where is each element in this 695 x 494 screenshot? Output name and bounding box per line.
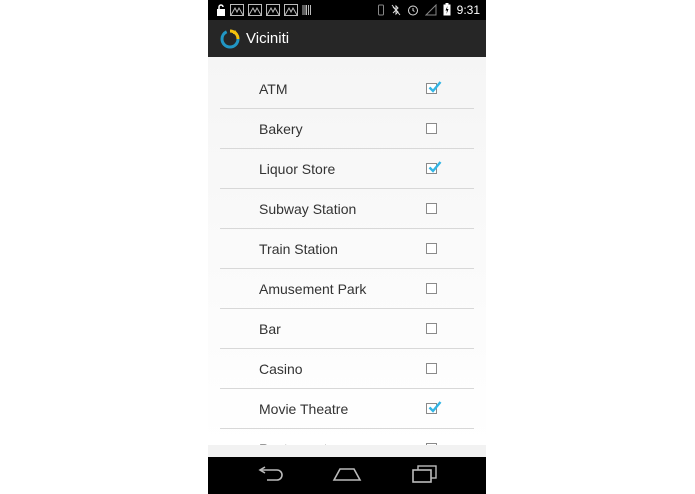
list-item[interactable]: Bakery <box>220 109 474 149</box>
checkbox-unchecked[interactable] <box>426 123 437 134</box>
list-item[interactable]: Movie Theatre <box>220 389 474 429</box>
list-item[interactable]: Subway Station <box>220 189 474 229</box>
app-logo-icon[interactable] <box>219 28 241 50</box>
bluetooth-off-icon <box>391 1 401 20</box>
list-item-label: Subway Station <box>259 200 357 217</box>
list-item-label: ATM <box>259 80 288 97</box>
recents-icon <box>410 465 438 487</box>
status-bar: 9:31 <box>208 0 486 20</box>
signal-icon <box>424 1 437 20</box>
gallery-icon <box>284 1 298 20</box>
checkbox-checked[interactable] <box>426 81 442 94</box>
gallery-icon <box>266 1 280 20</box>
barcode-icon <box>302 1 312 20</box>
list-item-label: Movie Theatre <box>259 400 349 417</box>
category-list-container[interactable]: ATM Bakery Liquor Store Subway Station Train… <box>208 57 486 445</box>
recents-button[interactable] <box>408 465 440 487</box>
checkmark-icon <box>428 81 442 93</box>
list-item-label: Train Station <box>259 240 338 257</box>
status-left-icons <box>216 2 312 18</box>
list-item-label: Liquor Store <box>259 160 336 177</box>
checkbox-unchecked[interactable] <box>426 363 437 374</box>
checkbox-unchecked[interactable] <box>426 203 437 214</box>
back-button[interactable] <box>255 465 287 487</box>
list-item[interactable]: Train Station <box>220 229 474 269</box>
gallery-icon <box>230 1 244 20</box>
checkbox-unchecked[interactable] <box>426 283 437 294</box>
home-button[interactable] <box>331 465 363 487</box>
checkbox-checked[interactable] <box>426 161 442 174</box>
alarm-icon <box>407 1 419 20</box>
unlock-icon <box>216 1 226 20</box>
list-item[interactable]: ATM <box>220 69 474 109</box>
navigation-bar <box>208 457 486 494</box>
battery-icon <box>443 1 451 20</box>
list-item[interactable]: Liquor Store <box>220 149 474 189</box>
list-item-label: Amusement Park <box>259 280 367 297</box>
home-icon <box>332 466 362 486</box>
checkbox-unchecked[interactable] <box>426 443 437 445</box>
phone-screen: 9:31 Viciniti ATM Bakery Liquor Store Subwa… <box>208 0 486 494</box>
list-item[interactable]: Bar <box>220 309 474 349</box>
checkmark-icon <box>428 161 442 173</box>
checkbox-checked[interactable] <box>426 401 442 414</box>
list-item-label: Bar <box>259 320 281 337</box>
list-item-label: Casino <box>259 360 303 377</box>
vibrate-icon <box>377 1 385 20</box>
gallery-icon <box>248 1 262 20</box>
list-item[interactable]: Amusement Park <box>220 269 474 309</box>
list-item[interactable]: Casino <box>220 349 474 389</box>
list-item-label: Bakery <box>259 120 303 137</box>
app-title: Viciniti <box>246 30 290 47</box>
back-icon <box>257 466 285 486</box>
list-item[interactable]: Restaurant <box>220 429 474 445</box>
checkbox-unchecked[interactable] <box>426 243 437 254</box>
category-list: ATM Bakery Liquor Store Subway Station Train… <box>220 69 474 445</box>
list-item-label: Restaurant <box>259 441 327 446</box>
checkbox-unchecked[interactable] <box>426 323 437 334</box>
status-right-icons: 9:31 <box>377 2 480 18</box>
status-time: 9:31 <box>456 3 480 17</box>
checkmark-icon <box>428 401 442 413</box>
action-bar: Viciniti <box>208 20 486 57</box>
